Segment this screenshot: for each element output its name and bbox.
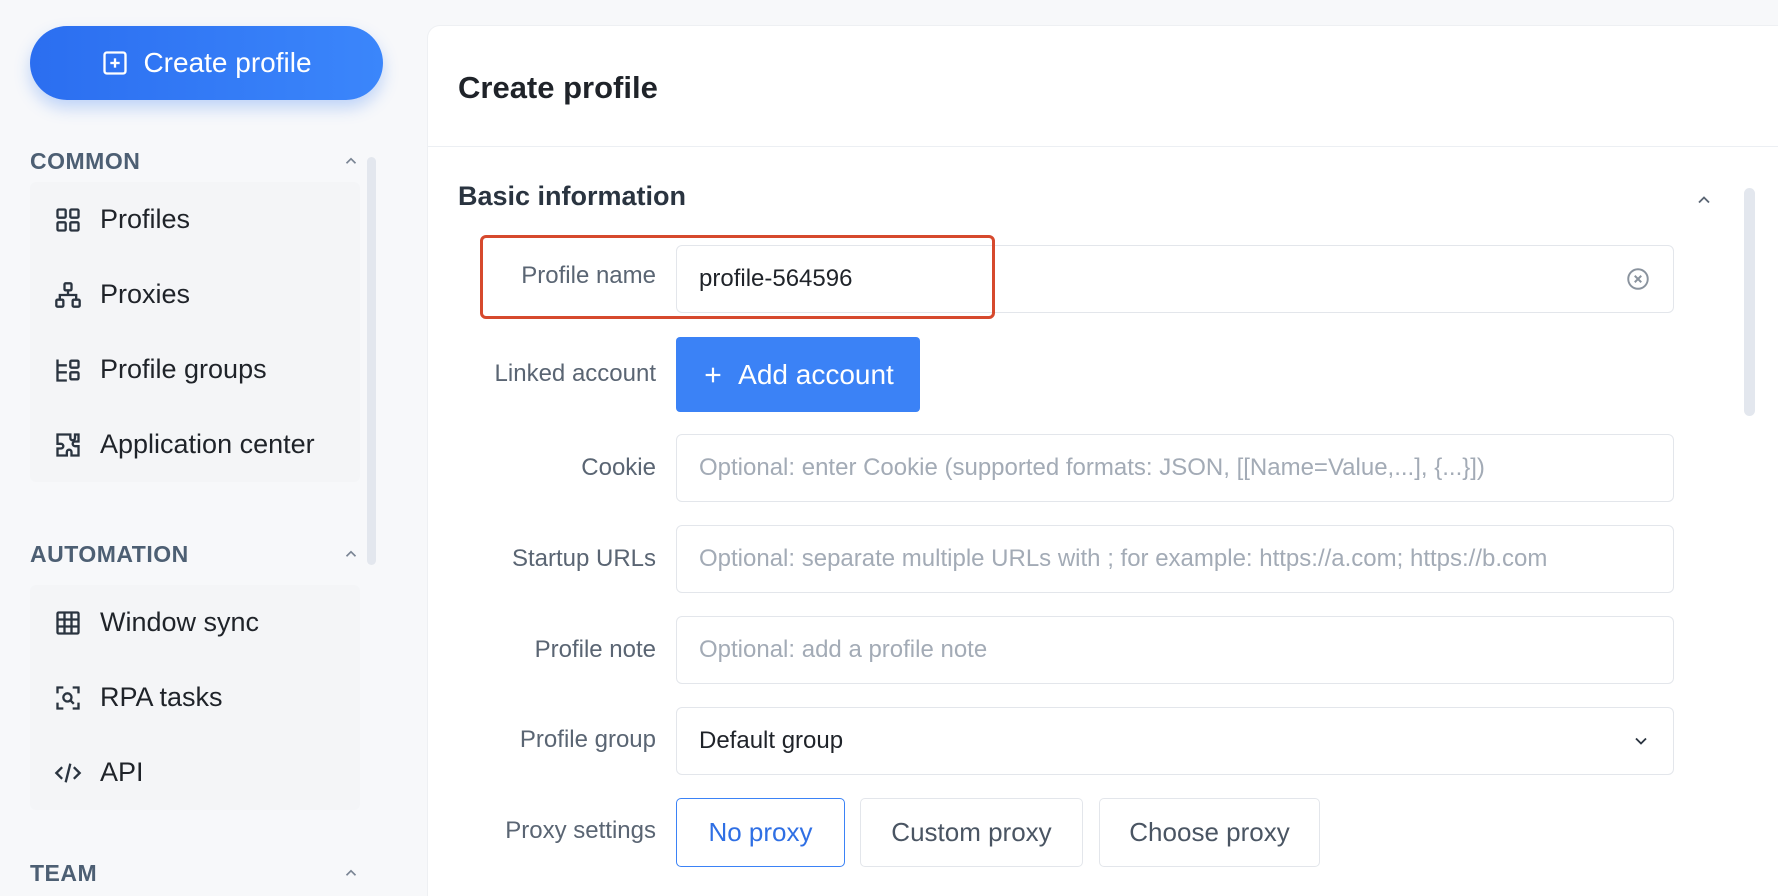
cookie-input[interactable] xyxy=(699,454,1651,482)
plus-icon xyxy=(705,367,721,382)
network-icon xyxy=(55,281,81,308)
sidebar-item-label: Profile groups xyxy=(100,354,267,384)
profile-note-field xyxy=(676,616,1674,684)
profile-group-select[interactable]: Default group xyxy=(676,707,1674,775)
create-profile-button[interactable]: Create profile xyxy=(30,26,383,100)
chevron-up-icon xyxy=(345,157,357,164)
section-team-header[interactable]: TEAM xyxy=(30,858,360,888)
sidebar-item-api[interactable]: API xyxy=(30,735,360,810)
sidebar-item-label: Application center xyxy=(100,429,315,459)
groups-icon xyxy=(56,359,80,382)
section-common-header[interactable]: COMMON xyxy=(30,146,360,176)
plus-square-icon xyxy=(103,51,128,75)
chevron-up-icon xyxy=(345,869,357,876)
section-title-common: COMMON xyxy=(30,147,141,174)
table-icon xyxy=(56,610,80,635)
profile-note-input[interactable] xyxy=(699,636,1651,664)
sidebar-item-label: Window sync xyxy=(100,607,260,637)
cookie-field xyxy=(676,434,1674,502)
startup-urls-field xyxy=(676,525,1674,593)
profile-group-value: Default group xyxy=(699,727,844,754)
create-profile-panel: Create profile Basic information Profile… xyxy=(428,26,1778,896)
sidebar-item-window-sync[interactable]: Window sync xyxy=(30,585,360,660)
sidebar-item-label: API xyxy=(100,757,144,787)
cookie-label: Cookie xyxy=(581,454,656,481)
startup-urls-input[interactable] xyxy=(699,545,1651,573)
create-profile-label: Create profile xyxy=(143,47,312,78)
sidebar-scrollbar[interactable] xyxy=(367,157,376,565)
section-title-team: TEAM xyxy=(30,859,98,886)
chevron-down-icon xyxy=(1635,737,1647,745)
sidebar-item-label: RPA tasks xyxy=(100,682,223,712)
profile-group-label: Profile group xyxy=(519,726,656,753)
chevron-up-icon[interactable] xyxy=(1694,190,1714,210)
grid-icon xyxy=(56,207,80,232)
code-icon xyxy=(54,762,82,783)
sidebar-item-rpa-tasks[interactable]: RPA tasks xyxy=(30,660,360,735)
sidebar-item-label: Proxies xyxy=(100,279,191,309)
profile-note-label: Profile note xyxy=(534,636,656,663)
automation-nav-group: Window sync RPA tasks API xyxy=(30,585,360,810)
sidebar-item-label: Profiles xyxy=(100,204,191,234)
chevron-up-icon xyxy=(345,550,357,557)
sidebar-item-proxies[interactable]: Proxies xyxy=(30,257,360,332)
profile-name-input[interactable] xyxy=(699,265,1625,293)
section-title-automation: AUTOMATION xyxy=(30,540,189,567)
no-proxy-button[interactable]: No proxy xyxy=(676,798,845,867)
linked-account-label: Linked account xyxy=(494,360,656,387)
clear-icon[interactable] xyxy=(1625,266,1651,292)
sidebar-item-profile-groups[interactable]: Profile groups xyxy=(30,332,360,407)
page-title: Create profile xyxy=(458,70,658,105)
section-title-basic-information: Basic information xyxy=(458,181,687,211)
proxy-settings-label: Proxy settings xyxy=(505,817,656,844)
add-account-label: Add account xyxy=(738,358,894,390)
common-nav-group: Profiles Proxies Profile groups Applicat… xyxy=(30,182,360,482)
choose-proxy-button[interactable]: Choose proxy xyxy=(1099,798,1320,867)
custom-proxy-button[interactable]: Custom proxy xyxy=(860,798,1083,867)
add-account-button[interactable]: Add account xyxy=(676,337,920,412)
header-divider xyxy=(428,146,1778,147)
scan-icon xyxy=(56,685,80,710)
sidebar: Create profile COMMON Profiles Proxies P… xyxy=(0,0,420,896)
puzzle-icon xyxy=(56,432,80,457)
profile-name-field xyxy=(676,245,1674,313)
panel-scrollbar[interactable] xyxy=(1744,188,1755,416)
section-automation-header[interactable]: AUTOMATION xyxy=(30,539,360,569)
sidebar-item-profiles[interactable]: Profiles xyxy=(30,182,360,257)
startup-urls-label: Startup URLs xyxy=(511,545,656,572)
profile-name-label: Profile name xyxy=(521,262,656,289)
sidebar-item-application-center[interactable]: Application center xyxy=(30,407,360,482)
